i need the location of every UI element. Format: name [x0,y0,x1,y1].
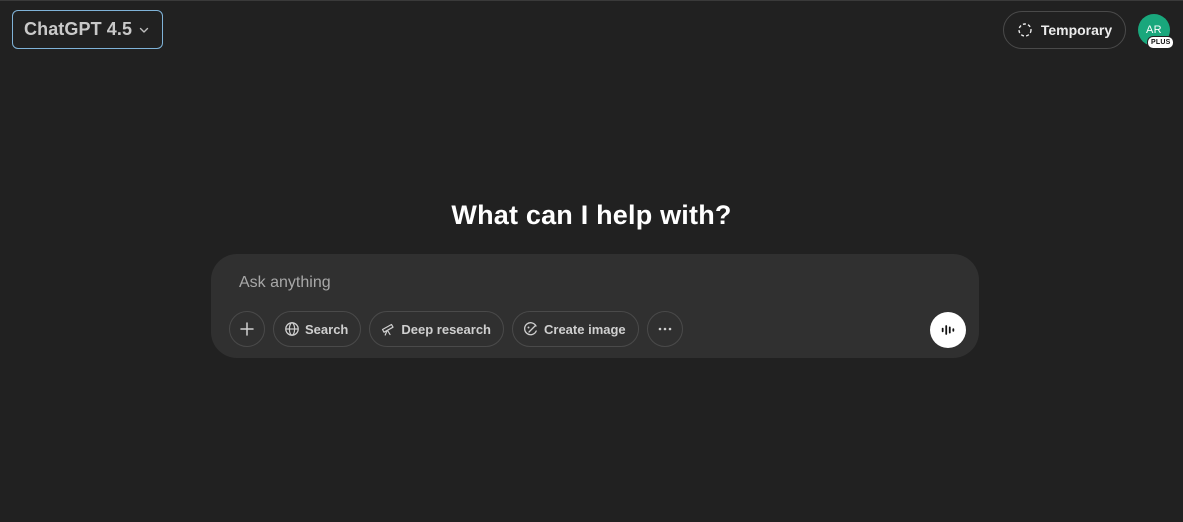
avatar-initials: AR [1146,24,1162,36]
image-brush-icon [523,321,539,337]
create-image-label: Create image [544,321,626,337]
search-button[interactable]: Search [273,311,362,347]
more-tools-button[interactable] [646,311,683,347]
create-image-button[interactable]: Create image [512,311,639,347]
chevron-down-icon [138,24,150,36]
model-selector-button[interactable]: ChatGPT 4.5 [12,10,164,49]
composer-toolbar: Search Deep research Create image [229,311,683,347]
temporary-chat-label: Temporary [1040,22,1113,38]
page-title: What can I help with? [451,200,732,230]
prompt-input[interactable] [239,272,939,294]
search-label: Search [305,321,349,337]
model-selector-label: ChatGPT 4.5 [24,19,133,39]
voice-waveform-icon [940,322,956,338]
app-window: ChatGPT 4.5 Temporary AR PLUS What can I… [0,0,1183,522]
telescope-icon [380,321,396,337]
deep-research-label: Deep research [401,321,491,337]
dashed-circle-icon [1017,22,1033,38]
attach-button[interactable] [229,311,265,347]
composer: Search Deep research [211,254,979,358]
plus-icon [239,321,255,337]
voice-mode-button[interactable] [930,312,966,348]
deep-research-button[interactable]: Deep research [369,311,504,347]
plan-badge: PLUS [1147,36,1175,49]
more-horizontal-icon [657,321,673,337]
globe-icon [284,321,300,337]
temporary-chat-button[interactable]: Temporary [1003,11,1126,49]
avatar[interactable]: AR PLUS [1138,14,1175,49]
